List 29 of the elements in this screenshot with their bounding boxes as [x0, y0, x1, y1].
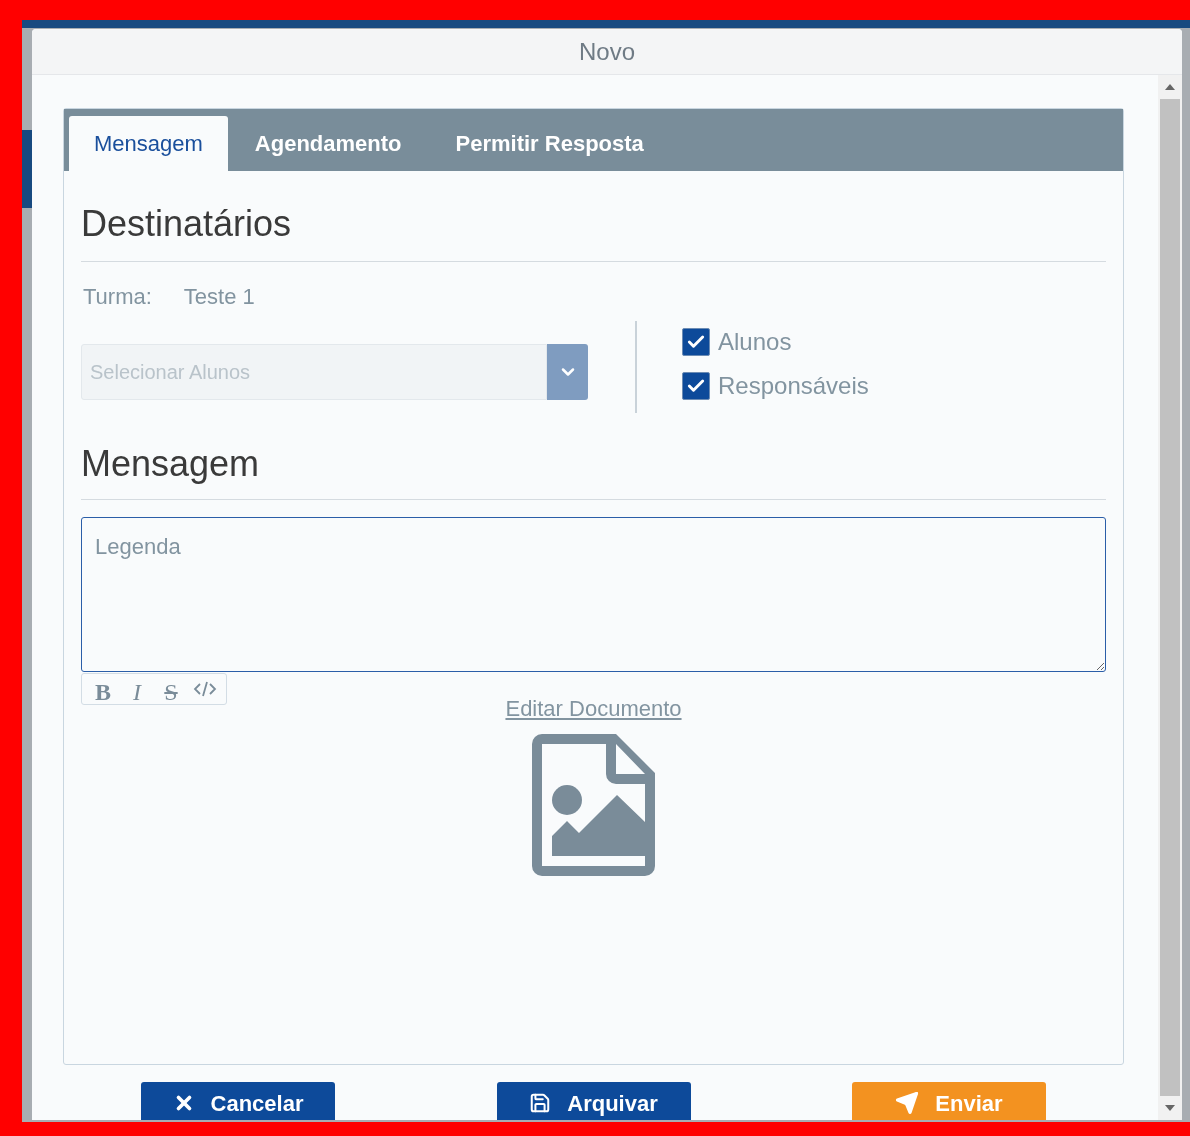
send-icon [895, 1091, 920, 1115]
strikethrough-button[interactable]: S [154, 674, 188, 704]
scrollbar[interactable] [1158, 75, 1182, 1120]
tab[interactable]: Mensagem [69, 116, 228, 171]
student-select-field[interactable]: Selecionar Alunos [81, 344, 547, 400]
tab[interactable]: Permitir Resposta [428, 116, 671, 171]
cancel-button[interactable]: Cancelar [141, 1082, 335, 1120]
checkbox-label: Alunos [718, 327, 792, 357]
class-value: Teste 1 [183, 283, 255, 311]
class-label: Turma: [83, 283, 152, 311]
checkbox[interactable] [682, 372, 710, 400]
image-file-icon [532, 734, 655, 876]
tab[interactable]: Agendamento [227, 116, 429, 171]
archive-button[interactable]: Arquivar [496, 1082, 691, 1120]
up-arrow-icon [1165, 84, 1175, 90]
section-heading: Destinatários [81, 203, 293, 245]
checkbox[interactable] [682, 328, 710, 356]
down-arrow-icon [1165, 1105, 1175, 1111]
italic-button[interactable]: I [120, 674, 154, 704]
modal-title: Novo [579, 36, 635, 67]
save-icon [529, 1092, 552, 1114]
caption-field[interactable]: Legenda [81, 517, 1106, 672]
send-button[interactable]: Enviar [852, 1082, 1046, 1120]
dropdown-button[interactable] [547, 344, 588, 400]
code-icon [193, 680, 217, 698]
checkbox-label: Responsáveis [718, 371, 869, 401]
section-heading: Mensagem [81, 443, 261, 485]
edit-document-link[interactable]: Editar Documento [505, 692, 682, 725]
bold-button[interactable]: B [86, 674, 120, 704]
